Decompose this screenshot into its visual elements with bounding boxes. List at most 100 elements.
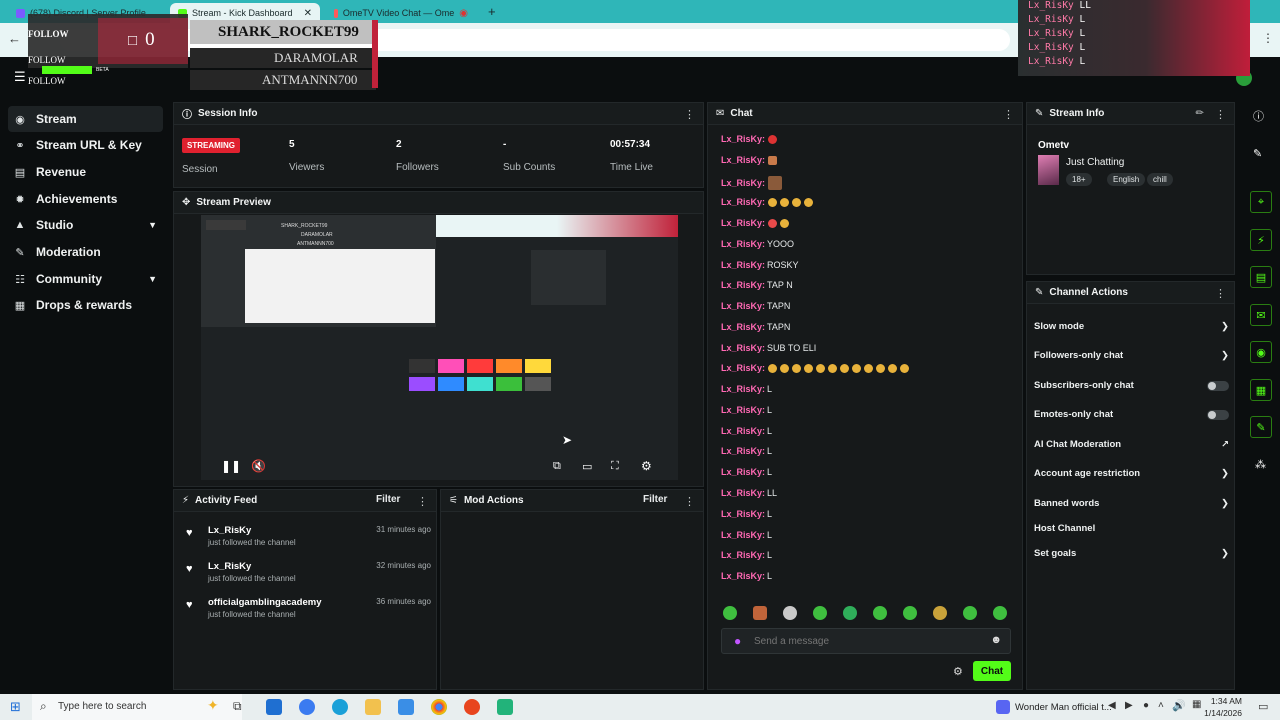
volume-icon[interactable]: 🔊 bbox=[1172, 699, 1186, 712]
task-view-icon[interactable]: ⧉ bbox=[233, 699, 242, 714]
sidebar-item-stream[interactable]: ◉ Stream bbox=[8, 106, 163, 132]
microphone-tray-icon[interactable]: ● bbox=[1143, 700, 1149, 711]
send-chat-button[interactable]: Chat bbox=[973, 661, 1011, 681]
emoji-picker-icon[interactable]: ☻ bbox=[990, 634, 1002, 646]
chat-username[interactable]: Lx_RisKy: bbox=[721, 384, 765, 394]
file-explorer-icon[interactable] bbox=[365, 699, 381, 715]
broadcast-rail-icon[interactable]: ◉ bbox=[1250, 341, 1272, 363]
fullscreen-icon[interactable]: ⛶ bbox=[611, 460, 619, 473]
chat-username[interactable]: Lx_RisKy: bbox=[721, 301, 765, 311]
pip-icon[interactable]: ⧉ bbox=[553, 460, 561, 473]
tag[interactable]: English bbox=[1107, 173, 1146, 186]
media-next-icon[interactable]: ▶ bbox=[1125, 700, 1133, 711]
kebab-menu-icon[interactable]: ⋮ bbox=[684, 495, 695, 508]
chat-username[interactable]: Lx_RisKy: bbox=[721, 280, 765, 290]
target-rail-icon[interactable]: ⌖ bbox=[1250, 191, 1272, 213]
chat-username[interactable]: Lx_RisKy: bbox=[721, 571, 765, 581]
settings-gear-icon[interactable]: ⚙ bbox=[641, 459, 652, 473]
network-icon[interactable]: ▦ bbox=[1192, 699, 1201, 710]
chat-username[interactable]: Lx_RisKy: bbox=[721, 218, 765, 228]
kebab-menu-icon[interactable]: ⋮ bbox=[1215, 287, 1226, 300]
category-thumbnail[interactable] bbox=[1038, 155, 1059, 185]
emote-icon[interactable] bbox=[903, 606, 917, 620]
action-slow-mode[interactable]: Slow mode ❯ bbox=[1034, 321, 1229, 332]
sidebar-item-moderation[interactable]: ✎ Moderation bbox=[8, 239, 163, 265]
kebab-menu-icon[interactable]: ⋮ bbox=[1003, 108, 1014, 121]
action-set-goals[interactable]: Set goals ❯ bbox=[1034, 548, 1229, 559]
info-rail-icon[interactable]: ⓘ bbox=[1253, 108, 1264, 124]
chat-username[interactable]: Lx_RisKy: bbox=[721, 322, 765, 332]
chat-input[interactable] bbox=[754, 633, 974, 649]
windows-start-icon[interactable]: ⊞ bbox=[10, 699, 21, 715]
pause-icon[interactable]: ❚❚ bbox=[221, 459, 241, 473]
media-prev-icon[interactable]: ◀ bbox=[1108, 700, 1116, 711]
emote-icon[interactable] bbox=[843, 606, 857, 620]
emote-icon[interactable] bbox=[813, 606, 827, 620]
store-icon[interactable] bbox=[398, 699, 414, 715]
kebab-menu-icon[interactable]: ⋮ bbox=[1215, 108, 1226, 121]
app-icon[interactable] bbox=[497, 699, 513, 715]
wrench-rail-icon[interactable]: ✎ bbox=[1250, 416, 1272, 438]
bolt-rail-icon[interactable]: ⚡ bbox=[1250, 229, 1272, 251]
filter-button[interactable]: Filter bbox=[376, 494, 400, 505]
chat-username[interactable]: Lx_RisKy: bbox=[721, 178, 765, 188]
edge-icon[interactable] bbox=[332, 699, 348, 715]
emote-icon[interactable] bbox=[723, 606, 737, 620]
media-title[interactable]: Wonder Man official t... bbox=[1015, 702, 1112, 713]
emotes-only-toggle[interactable] bbox=[1207, 409, 1229, 420]
emote-icon[interactable] bbox=[753, 606, 767, 620]
sidebar-item-studio[interactable]: ▲ Studio ▼ bbox=[8, 212, 163, 238]
emote-icon[interactable] bbox=[933, 606, 947, 620]
chrome-icon[interactable] bbox=[431, 699, 447, 715]
chat-username[interactable]: Lx_RisKy: bbox=[721, 343, 765, 353]
category-name[interactable]: Just Chatting bbox=[1066, 157, 1124, 168]
chat-username[interactable]: Lx_RisKy: bbox=[721, 467, 765, 477]
chat-username[interactable]: Lx_RisKy: bbox=[721, 134, 765, 144]
layout-rail-icon[interactable]: ▦ bbox=[1250, 379, 1272, 401]
chat-username[interactable]: Lx_RisKy: bbox=[721, 509, 765, 519]
tag[interactable]: chill bbox=[1147, 173, 1173, 186]
action-ai-chat-moderation[interactable]: AI Chat Moderation ↗ bbox=[1034, 439, 1229, 450]
kebab-menu-icon[interactable]: ⋮ bbox=[417, 495, 428, 508]
filter-button[interactable]: Filter bbox=[643, 494, 667, 505]
chat-settings-gear-icon[interactable]: ⚙ bbox=[953, 665, 963, 678]
clock-date[interactable]: 1/14/2026 bbox=[1203, 708, 1242, 718]
action-followers-only-chat[interactable]: Followers-only chat ❯ bbox=[1034, 350, 1229, 361]
chat-username[interactable]: Lx_RisKy: bbox=[721, 550, 765, 560]
new-tab-button[interactable]: + bbox=[488, 4, 496, 19]
edit-icon[interactable]: ✏ bbox=[1196, 108, 1204, 119]
tray-chevron-icon[interactable]: ˄ bbox=[1158, 700, 1164, 711]
chat-username[interactable]: Lx_RisKy: bbox=[721, 260, 765, 270]
chat-username[interactable]: Lx_RisKy: bbox=[721, 446, 765, 456]
outlook-icon[interactable] bbox=[266, 699, 282, 715]
action-account-age-restriction[interactable]: Account age restriction ❯ bbox=[1034, 468, 1229, 479]
document-rail-icon[interactable]: ▤ bbox=[1250, 266, 1272, 288]
chat-username[interactable]: Lx_RisKy: bbox=[721, 426, 765, 436]
mute-icon[interactable]: 🔇 bbox=[251, 459, 266, 473]
emote-icon[interactable] bbox=[993, 606, 1007, 620]
chat-username[interactable]: Lx_RisKy: bbox=[721, 488, 765, 498]
chat-username[interactable]: Lx_RisKy: bbox=[721, 405, 765, 415]
copilot-icon[interactable] bbox=[299, 699, 315, 715]
action-banned-words[interactable]: Banned words ❯ bbox=[1034, 498, 1229, 509]
sidebar-item-revenue[interactable]: ▤ Revenue bbox=[8, 159, 163, 185]
chat-username[interactable]: Lx_RisKy: bbox=[721, 530, 765, 540]
chat-username[interactable]: Lx_RisKy: bbox=[721, 197, 765, 207]
microphone-icon[interactable]: ● bbox=[734, 634, 741, 648]
sidebar-item-drops-rewards[interactable]: ▦ Drops & rewards bbox=[8, 292, 163, 318]
taskbar-search[interactable]: ⌕ Type here to search ✦ bbox=[32, 694, 242, 720]
clock-time[interactable]: 1:34 AM bbox=[1208, 696, 1242, 706]
obs-icon[interactable] bbox=[464, 699, 480, 715]
sidebar-item-community[interactable]: ☷ Community ▼ bbox=[8, 266, 163, 292]
emote-icon[interactable] bbox=[963, 606, 977, 620]
chat-username[interactable]: Lx_RisKy: bbox=[721, 155, 765, 165]
chat-username[interactable]: Lx_RisKy: bbox=[721, 363, 765, 373]
menu-dots-icon[interactable]: ⋮ bbox=[1262, 31, 1274, 45]
pencil-rail-icon[interactable]: ✎ bbox=[1253, 147, 1262, 160]
emote-icon[interactable] bbox=[873, 606, 887, 620]
tag[interactable]: 18+ bbox=[1066, 173, 1092, 186]
theater-icon[interactable]: ▭ bbox=[582, 460, 592, 473]
notifications-icon[interactable]: ▭ bbox=[1258, 700, 1268, 713]
chat-input-box[interactable]: ● ☻ bbox=[721, 628, 1011, 654]
kebab-menu-icon[interactable]: ⋮ bbox=[684, 108, 695, 121]
